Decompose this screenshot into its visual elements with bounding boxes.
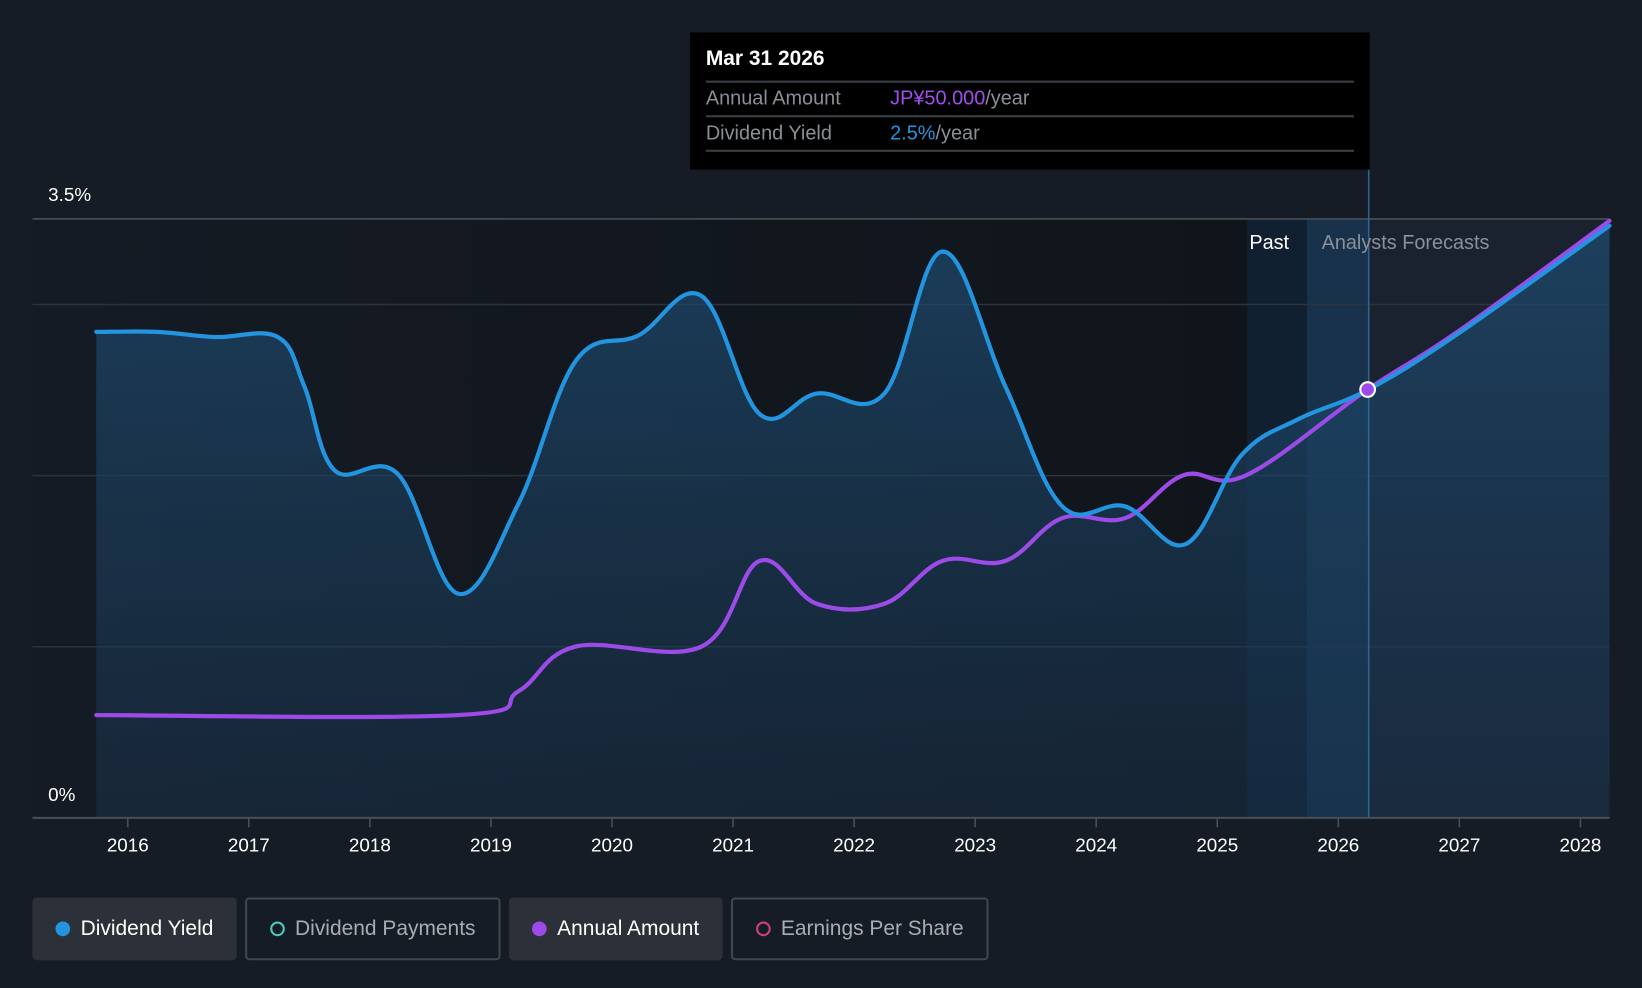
legend-label: Dividend Payments bbox=[295, 916, 476, 940]
tooltip-yield-value: 2.5% bbox=[890, 122, 936, 145]
x-tick-label: 2017 bbox=[228, 834, 270, 855]
forecast-label: Analysts Forecasts bbox=[1322, 232, 1490, 254]
hollow-dot-icon bbox=[269, 921, 285, 937]
tooltip-annual-unit: /year bbox=[985, 87, 1030, 110]
tooltip-annual-value: JP¥50.000 bbox=[890, 87, 986, 110]
hover-point bbox=[1359, 381, 1377, 398]
tooltip-yield-label: Dividend Yield bbox=[705, 122, 832, 145]
x-tick-label: 2026 bbox=[1317, 834, 1359, 855]
legend-dividend-payments[interactable]: Dividend Payments bbox=[244, 897, 501, 961]
legend-label: Earnings Per Share bbox=[780, 916, 964, 940]
dividend-chart-page: 2016 2017 2018 2019 2020 2021 2022 2023 2024 2025… bbox=[0, 0, 1642, 988]
legend-earnings-per-share[interactable]: Earnings Per Share bbox=[730, 897, 989, 961]
x-tick-label: 2027 bbox=[1438, 834, 1480, 855]
x-tick-label: 2024 bbox=[1075, 834, 1117, 855]
tooltip-row-annual: Annual Amount JP¥50.000/year bbox=[705, 83, 1355, 118]
x-tick-label: 2020 bbox=[591, 834, 633, 855]
tooltip-annual-label: Annual Amount bbox=[705, 87, 841, 110]
hollow-dot-icon bbox=[755, 921, 771, 937]
x-tick-label: 2019 bbox=[470, 834, 512, 855]
tooltip-date: Mar 31 2026 bbox=[705, 47, 1355, 83]
tooltip: Mar 31 2026 Annual Amount JP¥50.000/year… bbox=[690, 32, 1370, 170]
x-tick-label: 2023 bbox=[954, 834, 996, 855]
past-label: Past bbox=[1249, 232, 1289, 254]
x-tick-label: 2022 bbox=[833, 834, 875, 855]
legend-label: Dividend Yield bbox=[80, 916, 214, 940]
legend: Dividend Yield Dividend Payments Annual Am… bbox=[32, 897, 989, 961]
tooltip-yield-unit: /year bbox=[935, 122, 980, 145]
x-tick-label: 2021 bbox=[712, 834, 754, 855]
y-label-top: 3.5% bbox=[48, 184, 91, 205]
legend-dividend-yield[interactable]: Dividend Yield bbox=[32, 897, 237, 961]
tooltip-row-yield: Dividend Yield 2.5%/year bbox=[705, 117, 1355, 152]
x-tick-label: 2028 bbox=[1559, 834, 1601, 855]
legend-label: Annual Amount bbox=[557, 916, 700, 940]
x-tick-label: 2016 bbox=[107, 834, 149, 855]
x-tick-label: 2025 bbox=[1196, 834, 1238, 855]
filled-dot-icon bbox=[532, 921, 547, 937]
legend-annual-amount[interactable]: Annual Amount bbox=[509, 897, 723, 961]
filled-dot-icon bbox=[55, 921, 71, 937]
x-tick-label: 2018 bbox=[349, 834, 391, 855]
y-label-zero: 0% bbox=[48, 784, 75, 805]
